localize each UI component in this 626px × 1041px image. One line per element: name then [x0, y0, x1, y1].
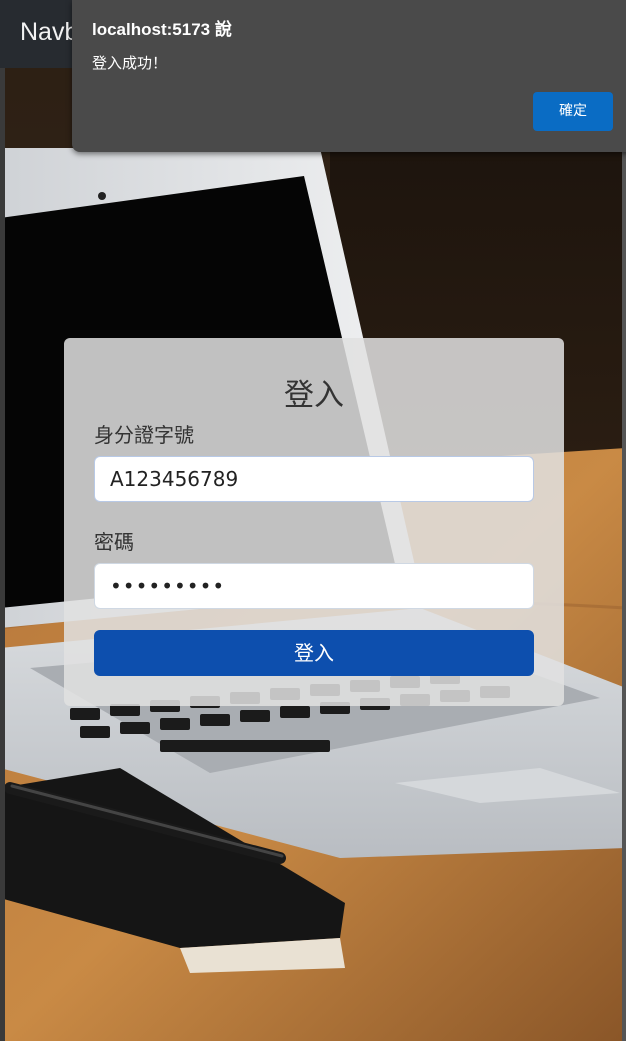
- alert-message: 登入成功！: [92, 54, 168, 72]
- right-edge: [622, 68, 626, 1041]
- alert-ok-button[interactable]: 確定: [533, 92, 613, 131]
- password-input[interactable]: •••••••••: [94, 563, 534, 609]
- id-number-input[interactable]: A123456789: [94, 456, 534, 502]
- alert-title: localhost:5173 說: [92, 20, 232, 39]
- login-button[interactable]: 登入: [94, 630, 534, 676]
- navbar-brand[interactable]: Navb: [20, 18, 78, 47]
- password-label: 密碼: [94, 530, 134, 554]
- alert-dialog: localhost:5173 說 登入成功！ 確定: [72, 0, 626, 152]
- login-title: 登入: [284, 378, 344, 413]
- left-edge: [0, 68, 5, 1041]
- id-number-label: 身分證字號: [94, 423, 194, 447]
- login-card: 登入 身分證字號 A123456789 密碼 ••••••••• 登入: [64, 338, 564, 706]
